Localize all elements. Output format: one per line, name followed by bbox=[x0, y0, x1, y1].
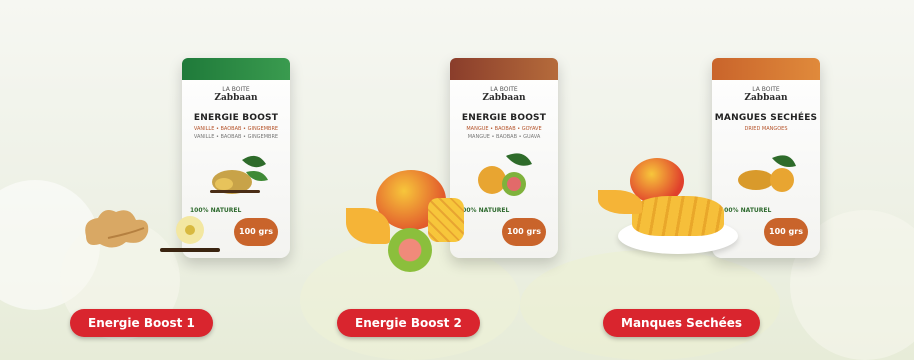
mango-cubes-icon bbox=[428, 198, 464, 242]
weight-badge: 100 grs bbox=[502, 218, 546, 246]
pouch-subtitle: MANGUE • BAOBAB • GOYAVE bbox=[466, 126, 542, 132]
pouch-illustration-icon bbox=[210, 155, 268, 194]
energie-boost-1-button[interactable]: Energie Boost 1 bbox=[70, 309, 213, 337]
pouch-title: MANGUES SECHÉES bbox=[714, 113, 818, 123]
mangues-sechees-button[interactable]: Manques Sechées bbox=[603, 309, 761, 337]
dried-mango-icon bbox=[632, 196, 724, 236]
pouch-illustration-icon bbox=[738, 155, 796, 192]
pouch-brand-small: LA BOITE bbox=[222, 86, 250, 93]
pouch-brand: Zabbaan bbox=[214, 93, 258, 103]
natural-badge: 100% NATUREL bbox=[720, 207, 772, 214]
pouch-top-band bbox=[182, 58, 290, 80]
pouch-brand: Zabbaan bbox=[482, 93, 526, 103]
vanilla-flower-icon bbox=[160, 216, 220, 252]
guava-icon bbox=[388, 228, 432, 272]
pouch-subtitle: VANILLE • BAOBAB • GINGEMBRE bbox=[193, 126, 279, 132]
product-card-mangues-sechees: LA BOITE Zabbaan MANGUES SECHÉES DRIED M… bbox=[590, 58, 850, 298]
pouch-subtitle-2: MANGUE • BAOBAB • GUAVA bbox=[467, 133, 541, 140]
product-pouch[interactable]: LA BOITE Zabbaan ENERGIE BOOST MANGUE • … bbox=[450, 58, 558, 258]
pouch-subtitle-2: VANILLE • BAOBAB • GINGEMBRE bbox=[193, 133, 279, 140]
energie-boost-2-button[interactable]: Energie Boost 2 bbox=[337, 309, 480, 337]
weight-badge: 100 grs bbox=[764, 218, 808, 246]
product-showcase: LA BOITE Zabbaan ENERGIE BOOST VANILLE •… bbox=[0, 0, 914, 360]
product-card-energie-boost-2: LA BOITE Zabbaan ENERGIE BOOST MANGUE • … bbox=[328, 58, 588, 298]
pouch-title: ENERGIE BOOST bbox=[193, 113, 279, 123]
pouch-title: ENERGIE BOOST bbox=[461, 113, 547, 123]
pouch-top-band bbox=[450, 58, 558, 80]
natural-badge: 100% NATUREL bbox=[458, 207, 510, 214]
pouch-subtitle: DRIED MANGOES bbox=[744, 126, 788, 132]
product-card-energie-boost-1: LA BOITE Zabbaan ENERGIE BOOST VANILLE •… bbox=[60, 58, 320, 298]
pouch-top-band bbox=[712, 58, 820, 80]
weight-badge: 100 grs bbox=[234, 218, 278, 246]
pouch-brand: Zabbaan bbox=[744, 93, 788, 103]
pouch-brand-small: LA BOITE bbox=[752, 86, 780, 93]
pouch-illustration-icon bbox=[478, 153, 532, 196]
pouch-brand-small: LA BOITE bbox=[490, 86, 518, 93]
